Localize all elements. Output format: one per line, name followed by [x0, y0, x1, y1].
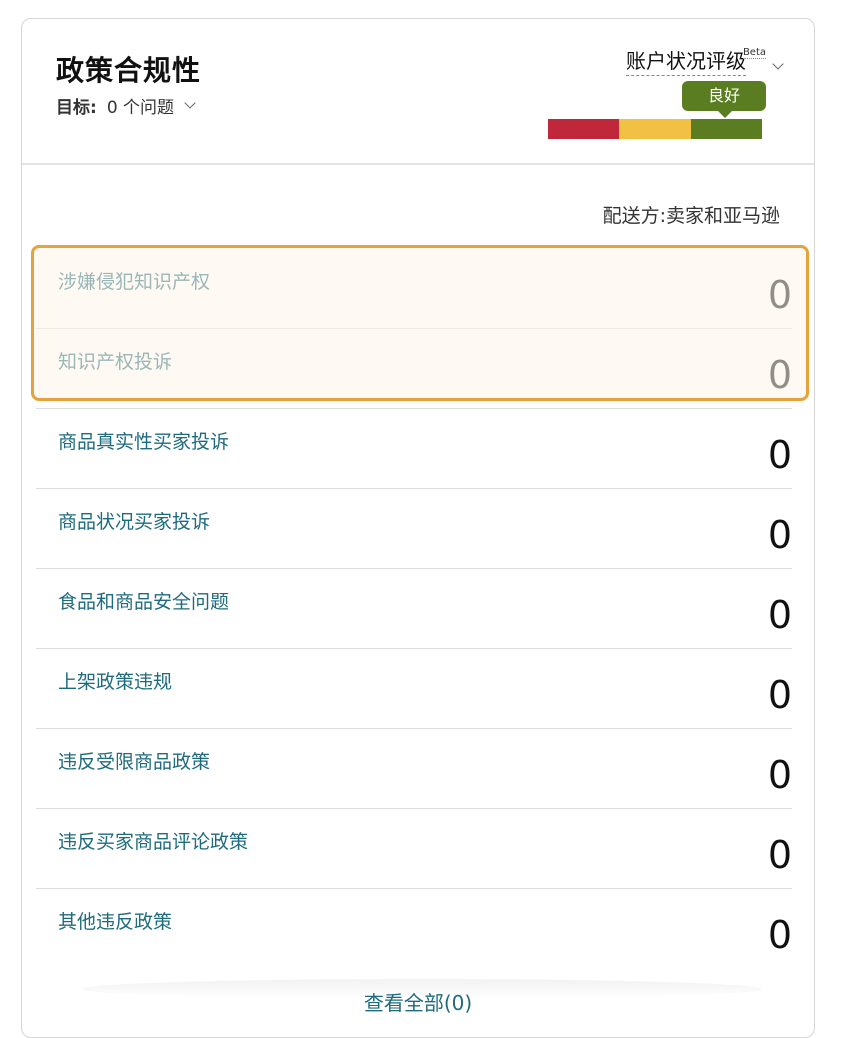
issue-label[interactable]: 涉嫌侵犯知识产权 [58, 267, 210, 294]
list-item[interactable]: 违反买家商品评论政策 0 [36, 809, 792, 889]
page-title: 政策合规性 [56, 54, 202, 87]
issue-count: 0 [767, 673, 792, 717]
account-health-rating: 账户状况评级 Beta 良好 [542, 47, 784, 147]
issue-count: 0 [767, 513, 792, 557]
policy-compliance-card: 政策合规性 目标: 0 个问题 账户状况评级 Beta 良好 配送方:卖家和亚马… [21, 18, 815, 1038]
issue-count: 0 [767, 273, 792, 317]
policy-issue-list: 涉嫌侵犯知识产权 0 知识产权投诉 0 商品真实性买家投诉 0 商品状况买家投诉… [36, 249, 792, 969]
issue-label[interactable]: 违反买家商品评论政策 [58, 827, 248, 854]
card-header: 政策合规性 目标: 0 个问题 账户状况评级 Beta 良好 [22, 19, 814, 165]
account-health-rating-link[interactable]: 账户状况评级 [626, 47, 746, 76]
chevron-down-icon [772, 58, 784, 70]
health-bar-segment-good [690, 119, 762, 139]
health-bar-segment-fair [619, 119, 691, 139]
chevron-down-icon [184, 96, 196, 109]
list-item[interactable]: 商品状况买家投诉 0 [36, 489, 792, 569]
beta-badge: Beta [742, 47, 766, 59]
issue-label[interactable]: 商品状况买家投诉 [58, 507, 210, 534]
list-item[interactable]: 其他违反政策 0 [36, 889, 792, 969]
issue-count: 0 [767, 833, 792, 877]
list-item[interactable]: 上架政策违规 0 [36, 649, 792, 729]
health-bar [548, 119, 762, 139]
issue-count: 0 [767, 753, 792, 797]
issue-count: 0 [767, 913, 792, 957]
issue-count: 0 [767, 353, 792, 397]
issue-count: 0 [767, 433, 792, 477]
issue-label[interactable]: 商品真实性买家投诉 [58, 427, 229, 454]
issue-label[interactable]: 食品和商品安全问题 [58, 587, 229, 614]
list-item[interactable]: 违反受限商品政策 0 [36, 729, 792, 809]
target-label: 目标: [56, 98, 97, 118]
health-bar-segment-bad [548, 119, 620, 139]
status-badge: 良好 [682, 81, 766, 118]
list-item[interactable]: 涉嫌侵犯知识产权 0 [36, 249, 792, 329]
issue-label[interactable]: 其他违反政策 [58, 907, 172, 934]
issue-label[interactable]: 知识产权投诉 [58, 347, 172, 374]
issue-label[interactable]: 违反受限商品政策 [58, 747, 210, 774]
rating-dropdown-toggle[interactable] [772, 53, 784, 72]
list-item[interactable]: 商品真实性买家投诉 0 [36, 409, 792, 489]
issue-label[interactable]: 上架政策违规 [58, 667, 172, 694]
list-item[interactable]: 食品和商品安全问题 0 [36, 569, 792, 649]
target-selector[interactable]: 目标: 0 个问题 [56, 93, 196, 118]
target-value: 0 个问题 [106, 98, 175, 118]
issue-count: 0 [767, 593, 792, 637]
fulfillment-channel: 配送方:卖家和亚马逊 [602, 205, 780, 227]
list-item[interactable]: 知识产权投诉 0 [36, 329, 792, 409]
view-all-link[interactable]: 查看全部(0) [22, 987, 814, 1016]
